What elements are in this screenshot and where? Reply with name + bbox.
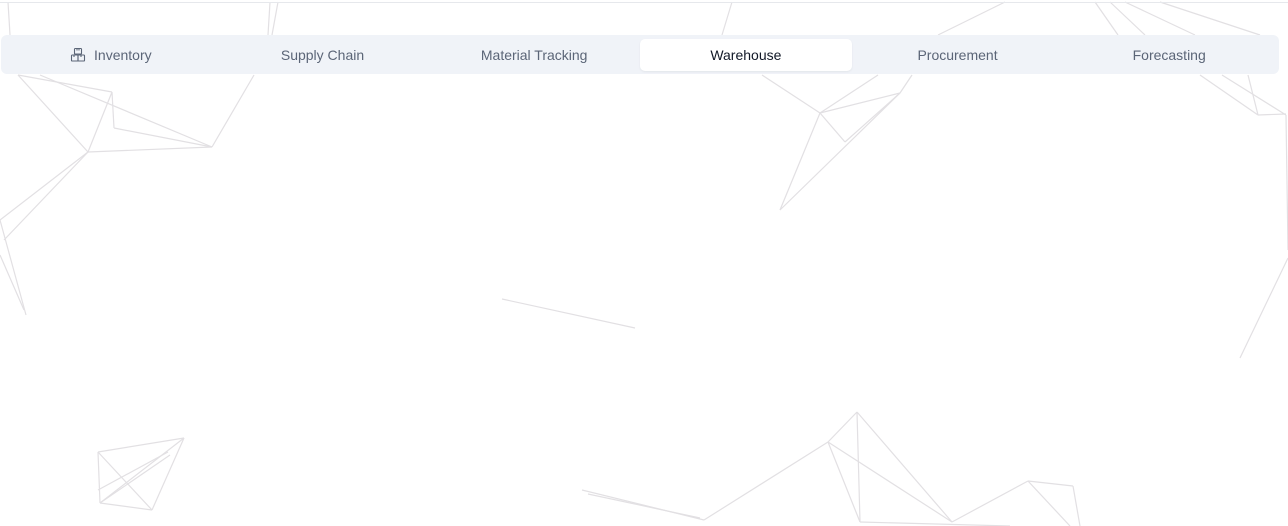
tab-supply-chain[interactable]: Supply Chain — [217, 39, 429, 71]
module-tab-bar: Inventory Supply Chain Material Tracking… — [1, 35, 1279, 74]
boxes-icon — [70, 47, 86, 63]
tab-inventory-label: Inventory — [94, 46, 152, 63]
page: Inventory Supply Chain Material Tracking… — [0, 0, 1288, 526]
tab-forecasting-label: Forecasting — [1132, 46, 1206, 63]
tab-material-tracking-label: Material Tracking — [480, 46, 588, 63]
tab-forecasting[interactable]: Forecasting — [1063, 39, 1275, 71]
background-network-pattern — [0, 1, 1288, 526]
tab-warehouse[interactable]: Warehouse — [640, 38, 852, 71]
tab-procurement[interactable]: Procurement — [852, 39, 1064, 71]
top-divider — [0, 2, 1288, 3]
tab-material-tracking[interactable]: Material Tracking — [428, 39, 640, 71]
tab-inventory[interactable]: Inventory — [5, 39, 217, 71]
tab-warehouse-label: Warehouse — [710, 46, 782, 63]
tab-procurement-label: Procurement — [917, 46, 998, 63]
tab-supply-chain-label: Supply Chain — [280, 46, 365, 63]
